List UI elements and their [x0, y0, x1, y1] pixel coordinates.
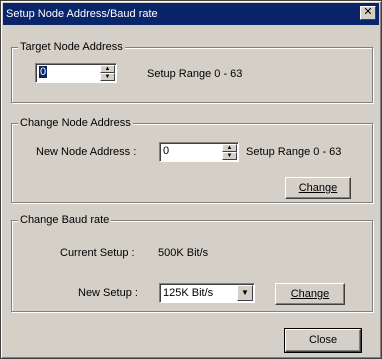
change-node-group: Change Node Address New Node Address : 0…	[11, 116, 373, 203]
spin-up-icon[interactable]: ▲	[100, 65, 115, 73]
target-node-value[interactable]: 0	[39, 66, 48, 78]
close-button-label: Close	[308, 334, 338, 346]
spin-down-icon[interactable]: ▼	[100, 73, 115, 81]
window-title: Setup Node Address/Baud rate	[6, 8, 158, 20]
title-bar[interactable]: Setup Node Address/Baud rate ✕	[3, 3, 379, 25]
change-node-address-button-label: Change	[298, 182, 338, 194]
change-baud-group: Change Baud rate Current Setup : 500K Bi…	[11, 213, 373, 312]
change-baud-group-label: Change Baud rate	[18, 213, 112, 227]
change-node-group-label: Change Node Address	[18, 116, 133, 130]
new-node-spinner[interactable]: 0 ▲ ▼	[159, 142, 239, 162]
target-node-spinner[interactable]: 0 ▲ ▼	[35, 63, 117, 83]
change-baud-rate-button-label: Change	[290, 288, 330, 300]
new-node-value[interactable]: 0	[163, 145, 169, 157]
close-button[interactable]: Close	[284, 328, 362, 353]
new-node-address-label: New Node Address :	[36, 146, 137, 158]
spin-down-icon[interactable]: ▼	[222, 152, 237, 160]
baud-rate-selected-value: 125K Bit/s	[163, 287, 214, 299]
close-icon[interactable]: ✕	[360, 6, 376, 20]
current-setup-value: 500K Bit/s	[158, 247, 209, 259]
new-node-range: Setup Range 0 - 63	[246, 146, 342, 158]
baud-rate-select[interactable]: 125K Bit/s ▼	[159, 283, 255, 303]
spin-up-icon[interactable]: ▲	[222, 144, 237, 152]
change-node-address-button[interactable]: Change	[285, 177, 351, 199]
chevron-down-icon[interactable]: ▼	[237, 285, 253, 301]
target-node-group: Target Node Address 0 ▲ ▼ Setup Range 0 …	[11, 40, 373, 103]
setup-dialog: Setup Node Address/Baud rate ✕ Target No…	[0, 0, 382, 359]
current-setup-label: Current Setup :	[60, 247, 135, 259]
target-node-spin-buttons[interactable]: ▲ ▼	[100, 65, 115, 81]
new-node-spin-buttons[interactable]: ▲ ▼	[222, 144, 237, 160]
target-node-range: Setup Range 0 - 63	[147, 68, 243, 80]
change-baud-rate-button[interactable]: Change	[275, 283, 345, 305]
target-node-group-label: Target Node Address	[18, 40, 125, 54]
new-setup-label: New Setup :	[78, 287, 138, 299]
